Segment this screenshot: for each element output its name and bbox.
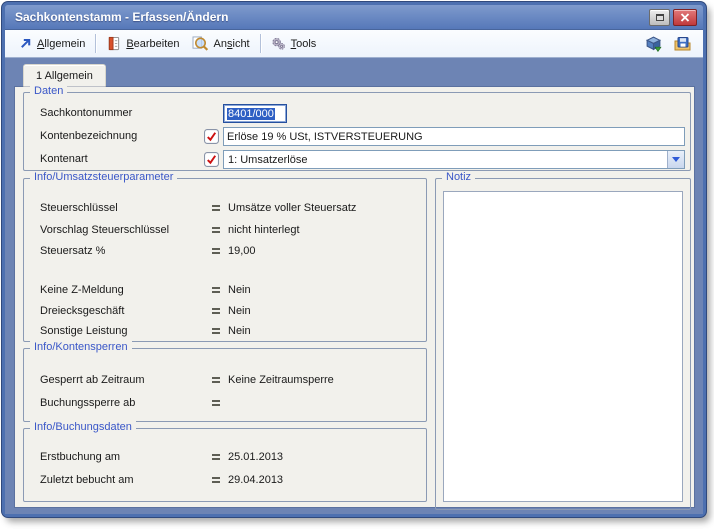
menu-tools[interactable]: Tools	[265, 33, 323, 54]
info-label: Vorschlag Steuerschlüssel	[40, 224, 170, 236]
value-bullet-icon	[212, 400, 220, 408]
value-bullet-icon	[212, 287, 220, 295]
magnifier-icon	[192, 36, 208, 51]
value-bullet-icon	[212, 328, 220, 336]
save-icon	[674, 36, 691, 50]
info-row: Sonstige Leistung Nein	[24, 324, 426, 339]
menu-allgemein[interactable]: Allgemein	[13, 34, 91, 53]
app-window: Sachkontenstamm - Erfassen/Ändern Allgem…	[2, 2, 706, 517]
close-button[interactable]	[673, 9, 697, 26]
red-check-icon	[204, 152, 219, 167]
package-export-button[interactable]	[645, 35, 662, 52]
menu-bearbeiten[interactable]: Bearbeiten	[100, 33, 185, 54]
info-value: Nein	[228, 305, 251, 317]
kontenart-label: Kontenart	[40, 153, 88, 165]
group-daten: Daten Sachkontonummer 8401/000 Kontenbez…	[23, 85, 691, 171]
notebook-icon	[109, 36, 120, 51]
info-row: Buchungssperre ab	[24, 396, 426, 411]
info-row: Zuletzt bebucht am 29.04.2013	[24, 473, 426, 488]
notiz-textarea[interactable]	[443, 191, 683, 502]
tab-allgemein-label: 1 Allgemein	[36, 70, 93, 82]
value-bullet-icon	[212, 377, 220, 385]
value-bullet-icon	[212, 248, 220, 256]
main-panel: Daten Sachkontonummer 8401/000 Kontenbez…	[15, 85, 694, 510]
info-value: 19,00	[228, 245, 256, 257]
info-label: Keine Z-Meldung	[40, 284, 124, 296]
toolbar-right	[645, 35, 695, 52]
value-bullet-icon	[212, 454, 220, 462]
info-label: Zuletzt bebucht am	[40, 474, 134, 486]
info-value: nicht hinterlegt	[228, 224, 300, 236]
arrow-up-right-icon	[21, 38, 31, 48]
value-bullet-icon	[212, 308, 220, 316]
value-bullet-icon	[212, 205, 220, 213]
info-row: Erstbuchung am 25.01.2013	[24, 450, 426, 465]
info-value: 29.04.2013	[228, 474, 284, 486]
sachkontonummer-input[interactable]: 8401/000	[223, 104, 287, 123]
maximize-icon	[655, 14, 664, 21]
info-label: Buchungssperre ab	[40, 397, 136, 409]
kontenart-selected-value: 1: Umsatzerlöse	[228, 153, 308, 166]
kontenart-validate-button[interactable]	[204, 152, 219, 167]
kontenbezeichnung-validate-button[interactable]	[204, 129, 219, 144]
kontenart-dropdown[interactable]: 1: Umsatzerlöse	[223, 150, 685, 169]
info-value: 25.01.2013	[228, 451, 284, 463]
titlebar-buttons	[649, 9, 697, 26]
red-check-icon	[204, 129, 219, 144]
value-bullet-icon	[212, 227, 220, 235]
group-kontensperren-legend: Info/Kontensperren	[30, 341, 132, 353]
kontenbezeichnung-input[interactable]	[223, 127, 685, 146]
menu-bearbeiten-label: Bearbeiten	[126, 37, 180, 50]
info-row: Dreiecksgeschäft Nein	[24, 304, 426, 319]
group-umsatzsteuerparameter: Info/Umsatzsteuerparameter Steuerschlüss…	[23, 171, 427, 342]
content-area: 1 Allgemein Daten Sachkontonummer 8401/0…	[5, 59, 703, 514]
group-buchungsdaten-legend: Info/Buchungsdaten	[30, 421, 136, 433]
sachkontonummer-label: Sachkontonummer	[40, 107, 133, 119]
info-label: Dreiecksgeschäft	[40, 305, 125, 317]
info-row: Keine Z-Meldung Nein	[24, 283, 426, 298]
toolbar-separator	[95, 34, 97, 53]
tab-allgemein[interactable]: 1 Allgemein	[23, 64, 106, 87]
info-row: Steuersatz % 19,00	[24, 244, 426, 259]
info-label: Gesperrt ab Zeitraum	[40, 374, 145, 386]
group-umsatzsteuerparameter-legend: Info/Umsatzsteuerparameter	[30, 171, 178, 183]
info-value: Nein	[228, 284, 251, 296]
info-label: Sonstige Leistung	[40, 325, 128, 337]
window-title: Sachkontenstamm - Erfassen/Ändern	[15, 10, 229, 24]
menu-allgemein-label: Allgemein	[37, 37, 86, 50]
info-row: Vorschlag Steuerschlüssel nicht hinterle…	[24, 223, 426, 238]
close-icon	[680, 13, 690, 22]
group-notiz: Notiz	[435, 171, 691, 510]
info-row: Gesperrt ab Zeitraum Keine Zeitraumsperr…	[24, 373, 426, 388]
value-bullet-icon	[212, 477, 220, 485]
row-kontenbezeichnung: Kontenbezeichnung	[24, 127, 690, 146]
group-buchungsdaten: Info/Buchungsdaten Erstbuchung am 25.01.…	[23, 421, 427, 502]
save-button[interactable]	[674, 36, 691, 52]
gears-icon	[272, 37, 285, 50]
row-sachkontonummer: Sachkontonummer 8401/000	[24, 104, 690, 123]
chevron-down-icon	[672, 157, 680, 162]
row-kontenart: Kontenart 1: Umsatzerlöse	[24, 150, 690, 169]
info-label: Erstbuchung am	[40, 451, 121, 463]
info-row: Steuerschlüssel Umsätze voller Steuersat…	[24, 201, 426, 216]
kontenart-dropdown-button[interactable]	[667, 151, 684, 168]
info-label: Steuersatz %	[40, 245, 106, 257]
menubar: Allgemein Bearbeiten Ansicht Tools	[5, 30, 703, 58]
info-value: Umsätze voller Steuersatz	[228, 202, 357, 214]
kontenbezeichnung-label: Kontenbezeichnung	[40, 130, 138, 142]
sachkontonummer-value: 8401/000	[227, 107, 275, 120]
toolbar-separator	[259, 34, 261, 53]
info-value: Keine Zeitraumsperre	[228, 374, 334, 386]
menu-tools-label: Tools	[290, 37, 317, 50]
group-kontensperren: Info/Kontensperren Gesperrt ab Zeitraum …	[23, 341, 427, 422]
group-daten-legend: Daten	[30, 85, 68, 97]
menu-ansicht-label: Ansicht	[213, 37, 250, 50]
group-notiz-legend: Notiz	[442, 171, 476, 183]
maximize-button[interactable]	[649, 9, 670, 26]
menu-ansicht[interactable]: Ansicht	[186, 33, 256, 54]
package-icon	[645, 36, 662, 52]
titlebar: Sachkontenstamm - Erfassen/Ändern	[5, 5, 703, 30]
info-value: Nein	[228, 325, 251, 337]
info-label: Steuerschlüssel	[40, 202, 118, 214]
